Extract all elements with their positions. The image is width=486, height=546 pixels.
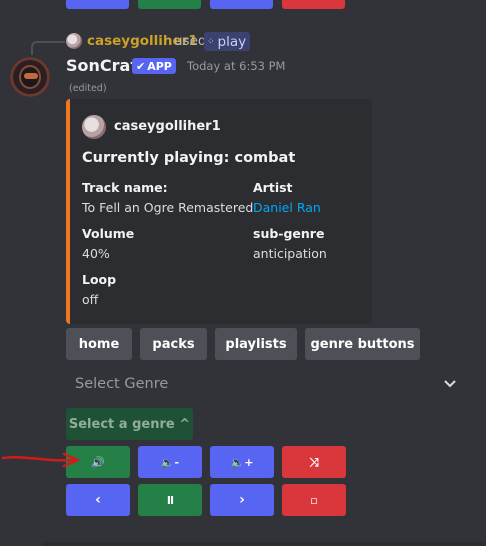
bot-avatar[interactable]	[10, 57, 50, 97]
command-name: play	[217, 33, 247, 50]
stop-button[interactable]: ▫	[282, 484, 346, 516]
field-volume-value: 40%	[82, 246, 110, 261]
pause-button[interactable]: II	[138, 484, 202, 516]
prev-message-button-4[interactable]	[282, 0, 345, 9]
genre-select[interactable]: Select Genre	[66, 365, 466, 403]
playlists-button[interactable]: playlists	[215, 328, 297, 360]
packs-button[interactable]: packs	[140, 328, 207, 360]
previous-button[interactable]: ‹	[66, 484, 130, 516]
chevron-down-icon	[444, 376, 456, 392]
genre-select-placeholder: Select Genre	[75, 376, 169, 392]
app-badge-label: APP	[147, 59, 172, 73]
genre-buttons-button[interactable]: genre buttons	[305, 328, 420, 360]
edited-label: (edited)	[69, 83, 107, 94]
field-volume-label: Volume	[82, 226, 135, 241]
message-input-edge	[42, 542, 486, 546]
message-timestamp[interactable]: Today at 6:53 PM	[187, 59, 285, 73]
field-loop-value: off	[82, 292, 99, 307]
field-subgenre-label: sub-genre	[253, 226, 325, 241]
embed-title: Currently playing: combat	[82, 150, 296, 166]
pause-icon: II	[166, 493, 174, 507]
volume-up-button[interactable]: 🔈+	[210, 446, 274, 478]
volume-icon: 🔊	[91, 455, 105, 469]
annotation-arrow-icon	[1, 452, 80, 468]
field-artist-label: Artist	[253, 180, 293, 195]
next-button[interactable]: ›	[210, 484, 274, 516]
embed-author-avatar	[82, 115, 106, 139]
now-playing-embed: caseygolliher1 Currently playing: combat…	[66, 99, 372, 324]
embed-author: caseygolliher1	[114, 119, 221, 134]
volume-up-icon: 🔈+	[230, 455, 254, 469]
field-subgenre-value: anticipation	[253, 246, 327, 261]
next-icon: ›	[239, 492, 245, 508]
previous-icon: ‹	[95, 492, 101, 508]
prev-message-button-3[interactable]	[210, 0, 273, 9]
home-button[interactable]: home	[66, 328, 132, 360]
prev-message-button-2[interactable]	[138, 0, 201, 9]
field-track-name-value: To Fell an Ogre Remastered	[82, 200, 254, 215]
volume-down-icon: 🔈-	[160, 455, 180, 469]
reply-connector	[31, 41, 65, 55]
app-badge: ✔ APP	[132, 58, 176, 74]
field-loop-label: Loop	[82, 272, 117, 287]
shuffle-icon: ⤨	[309, 454, 319, 469]
reply-avatar[interactable]	[66, 33, 82, 49]
command-icon: ⁘	[207, 36, 215, 47]
prev-message-button-1[interactable]	[66, 0, 129, 9]
shuffle-button[interactable]: ⤨	[282, 446, 346, 478]
volume-down-button[interactable]: 🔈-	[138, 446, 202, 478]
command-mention[interactable]: ⁘ play	[204, 32, 251, 51]
check-icon: ✔	[136, 59, 146, 73]
select-a-genre-button: Select a genre ^	[66, 408, 193, 440]
field-track-name-label: Track name:	[82, 180, 168, 195]
reply-used-text: used	[174, 33, 207, 49]
stop-icon: ▫	[310, 493, 318, 507]
field-artist-link[interactable]: Daniel Ran	[253, 200, 321, 215]
